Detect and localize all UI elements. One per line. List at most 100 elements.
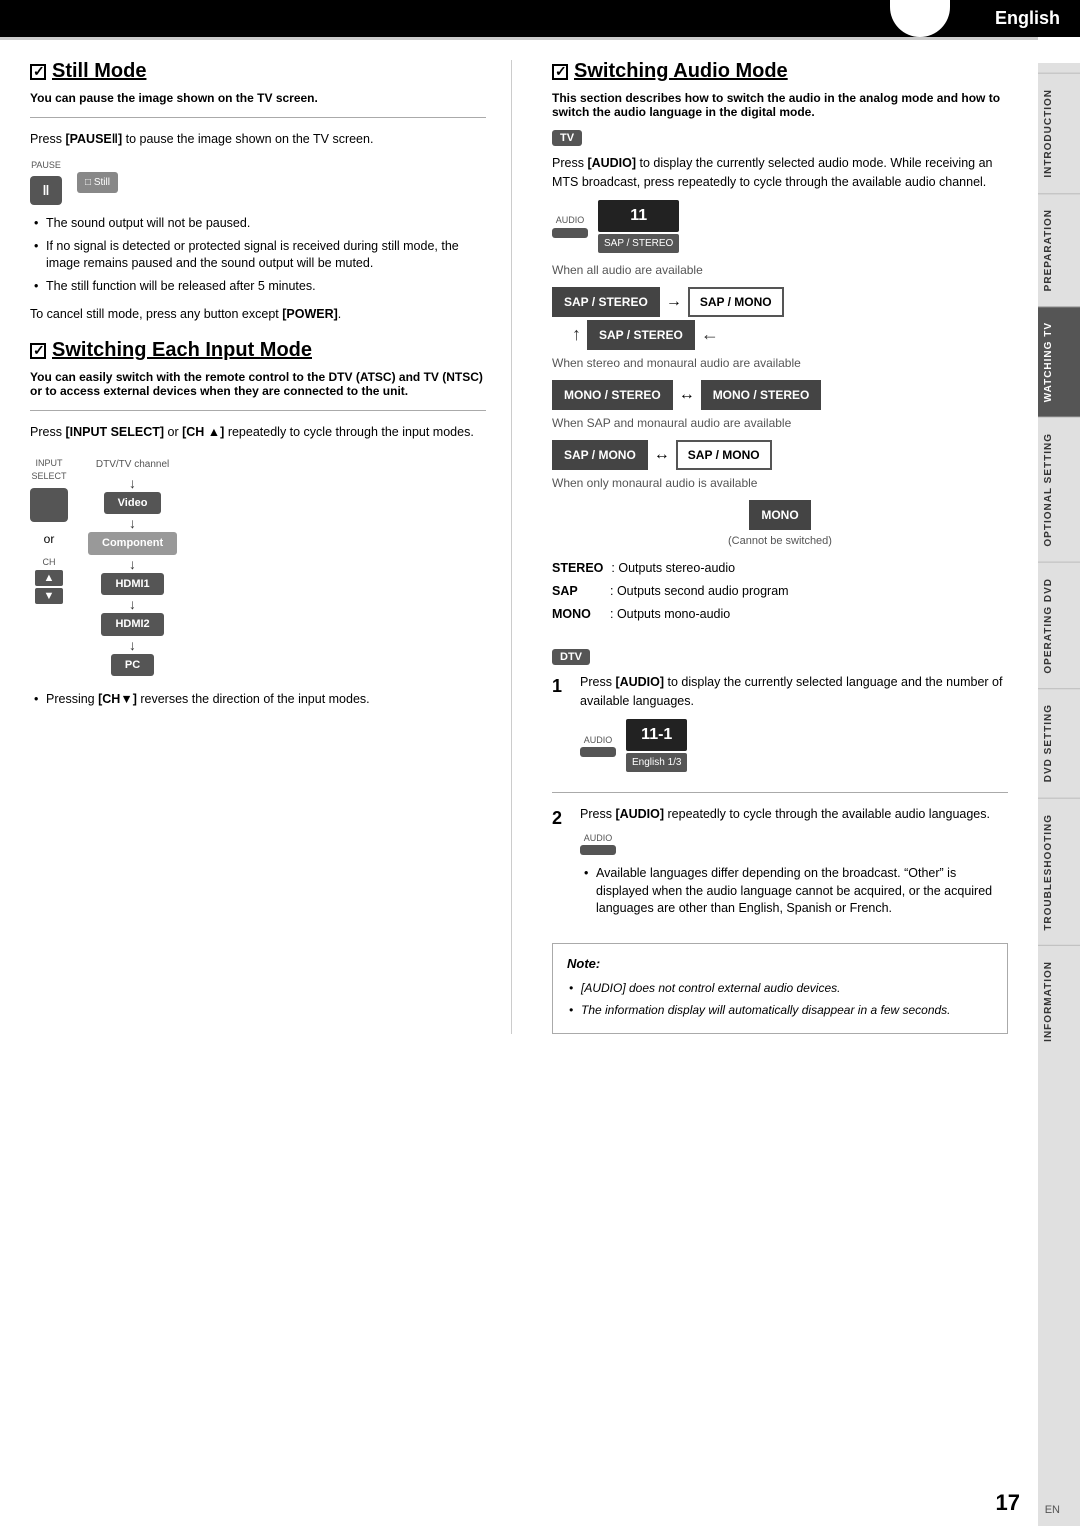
switching-audio-subtitle: This section describes how to switch the… [552,91,1008,119]
switching-audio-checkbox-icon [552,64,568,80]
sidebar-item-optional-setting: OPTIONAL SETTING [1038,417,1080,562]
switching-audio-body-tv: Press [AUDIO] to display the currently s… [552,154,1008,623]
main-content: Still Mode You can pause the image shown… [0,40,1038,1054]
step1-audio-label: AUDIO [580,734,616,748]
pause-button-illustration: ‖ [30,176,62,205]
ch-btn-group: CH ▲ ▼ [35,556,63,606]
switching-input-body: Press [INPUT SELECT] or [CH ▲] repeatedl… [30,423,486,709]
still-label: □ Still [77,172,118,193]
channel-component: Component [88,532,177,555]
mono-double-arrow: ↔ [679,383,695,407]
pause-label: PAUSE [31,159,61,173]
note-bullet-1: [AUDIO] does not control external audio … [567,979,993,997]
step-divider [552,792,1008,793]
ch-arrows: ▲ ▼ [35,569,63,605]
step2-bullet-1: Available languages differ depending on … [580,865,1008,918]
sap-mono-label: When SAP and monaural audio are availabl… [552,414,1008,432]
input-buttons-group: INPUTSELECT or CH ▲ ▼ [30,457,68,606]
sidebar-item-operating-dvd: OPERATING DVD [1038,562,1080,689]
sidebar-item-dvd-setting: DVD SETTING [1038,688,1080,797]
step1-screen-sub: English 1/3 [626,753,687,772]
sidebar-item-troubleshooting: TROUBLESHOOTING [1038,798,1080,946]
sap-stereo-box: SAP / STEREO [552,287,660,317]
channel-down-arrow-3: ↓ [129,597,136,611]
legend-sap-val: : Outputs second audio program [610,582,789,601]
step1-screen-value: 11-1 [626,719,687,751]
input-select-btn-illustration [30,488,68,522]
sap-mono-row: SAP / MONO ↔ SAP / MONO [552,440,1008,470]
mono-stereo-row: MONO / STEREO ↔ MONO / STEREO [552,380,1008,410]
ch-down-btn: ▼ [35,588,63,604]
sap-mono-box2: SAP / MONO [676,440,772,470]
step1-text: Press [AUDIO] to display the currently s… [580,673,1008,711]
channel-hdmi2: HDMI2 [101,613,163,636]
channel-down-arrow-0: ↓ [129,476,136,490]
step1-num: 1 [552,673,570,780]
sap-curve-left: ↑ [572,321,581,348]
still-mode-body: Press [PAUSE‖] to pause the image shown … [30,130,486,324]
legend-mono-val: : Outputs mono-audio [610,605,730,624]
legend-stereo-val: : Outputs stereo-audio [611,559,735,578]
channel-flow: DTV/TV channel ↓ Video ↓ Component ↓ HDM… [88,457,177,677]
sap-stereo-row: SAP / STEREO → SAP / MONO [552,287,1008,317]
input-select-label: INPUTSELECT [31,457,66,484]
mono-stereo-box1: MONO / STEREO [552,380,673,410]
audio-btn-group: AUDIO [552,214,588,238]
step2-audio-display: AUDIO [580,832,1008,856]
step2-text: Press [AUDIO] repeatedly to cycle throug… [580,805,1008,824]
page-en: EN [1045,1504,1060,1516]
legend-stereo: STEREO : Outputs stereo-audio [552,559,1008,578]
still-mode-bullets: The sound output will not be paused. If … [30,215,486,295]
channel-down-arrow-1: ↓ [129,516,136,530]
step1-audio-display: AUDIO 11-1 English 1/3 [580,719,1008,772]
sap-stereo-box2: SAP / STEREO [587,320,695,350]
switching-input-divider [30,410,486,411]
still-mode-section: Still Mode You can pause the image shown… [30,60,486,324]
switching-input-subtitle: You can easily switch with the remote co… [30,370,486,398]
switching-input-checkbox-icon [30,343,46,359]
sap-mono-box1: SAP / MONO [552,440,648,470]
still-mode-divider [30,117,486,118]
right-sidebar: INTRODUCTION PREPARATION WATCHING TV OPT… [1038,63,1080,1526]
note-bullet-2: The information display will automatical… [567,1001,993,1019]
step1-audio-btn-group: AUDIO [580,734,616,758]
sap-double-arrow: ↔ [654,443,670,467]
mono-only-flow: MONO (Cannot be switched) [552,500,1008,550]
step2-audio-btn-illustration [580,845,616,855]
mono-only-row: MONO [552,500,1008,530]
still-mode-remote-area: PAUSE ‖ □ Still [30,159,486,206]
sap-mono-flow: SAP / MONO ↔ SAP / MONO [552,440,1008,470]
still-mode-body1: Press [PAUSE‖] to pause the image shown … [30,130,486,149]
audio-screen-value: 11 [598,200,679,232]
still-mode-subtitle: You can pause the image shown on the TV … [30,91,486,105]
note-box: Note: [AUDIO] does not control external … [552,943,1008,1035]
sap-stereo-return-row: ↑ SAP / STEREO ← [552,320,1008,350]
tv-badge: TV [552,130,582,146]
channel-pc: PC [111,654,154,677]
still-cancel-text: To cancel still mode, press any button e… [30,305,486,324]
step1-screen-group: 11-1 English 1/3 [626,719,687,772]
stereo-mono-label: When stereo and monaural audio are avail… [552,354,1008,372]
step-2: 2 Press [AUDIO] repeatedly to cycle thro… [552,805,1008,928]
sidebar-item-preparation: PREPARATION [1038,193,1080,306]
audio-screen-group: 11 SAP / STEREO [598,200,679,253]
legend-mono: MONO : Outputs mono-audio [552,605,1008,624]
step2-content: Press [AUDIO] repeatedly to cycle throug… [580,805,1008,928]
ch-up-btn: ▲ [35,570,63,586]
ch-label: CH [43,556,56,570]
mono-only-box: MONO [749,500,810,530]
all-audio-label: When all audio are available [552,261,1008,279]
legend-mono-key: MONO [552,605,602,624]
or-label: or [44,530,55,548]
step1-content: Press [AUDIO] to display the currently s… [580,673,1008,780]
only-mono-label: When only monaural audio is available [552,474,1008,492]
note-title: Note: [567,954,993,974]
still-bullet-1: The sound output will not be paused. [30,215,486,233]
step2-audio-label: AUDIO [580,832,616,846]
sidebar-item-watching-tv: WATCHING TV [1038,306,1080,417]
switching-audio-section: Switching Audio Mode This section descri… [552,60,1008,1034]
still-bullet-3: The still function will be released afte… [30,278,486,296]
switching-input-bullet-1: Pressing [CH▼] reverses the direction of… [30,691,486,709]
audio-button-illustration [552,228,588,238]
legend-sap: SAP : Outputs second audio program [552,582,1008,601]
